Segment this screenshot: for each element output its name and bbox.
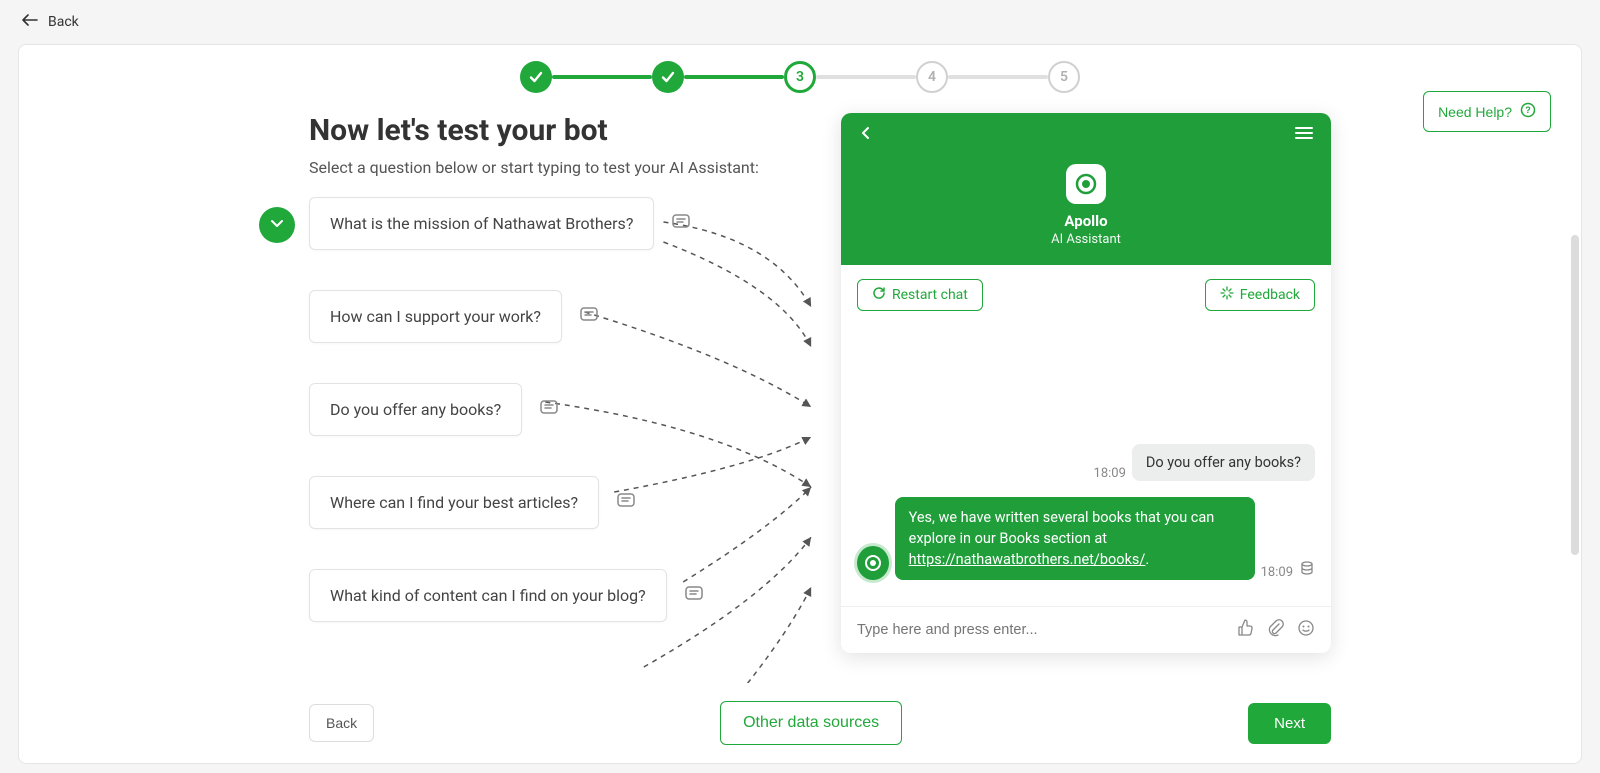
arrow-left-icon xyxy=(22,14,38,30)
step-3[interactable]: 3 xyxy=(784,61,816,93)
sparkle-icon xyxy=(1220,286,1234,304)
feedback-button[interactable]: Feedback xyxy=(1205,279,1315,311)
back-label: Back xyxy=(48,14,79,30)
question-card[interactable]: Do you offer any books? xyxy=(309,383,522,436)
thumbs-up-icon[interactable] xyxy=(1237,619,1255,641)
chat-panel: Apollo AI Assistant Restart chat Feedbac… xyxy=(841,113,1331,653)
step-line-1 xyxy=(552,75,652,79)
chat-back-icon[interactable] xyxy=(859,125,873,144)
chat-message-user: 18:09 Do you offer any books? xyxy=(857,444,1315,481)
chat-icon xyxy=(672,213,690,235)
step-2[interactable] xyxy=(652,61,684,93)
bot-text-before: Yes, we have written several books that … xyxy=(909,509,1215,547)
feedback-label: Feedback xyxy=(1240,287,1300,303)
database-icon[interactable] xyxy=(1299,560,1315,580)
question-card[interactable]: How can I support your work? xyxy=(309,290,562,343)
question-card[interactable]: What kind of content can I find on your … xyxy=(309,569,667,622)
back-link[interactable]: Back xyxy=(22,14,79,30)
page-subtitle: Select a question below or start typing … xyxy=(309,158,821,177)
restart-chat-button[interactable]: Restart chat xyxy=(857,279,983,311)
step-1[interactable] xyxy=(520,61,552,93)
scrollbar[interactable] xyxy=(1571,235,1579,555)
emoji-icon[interactable] xyxy=(1297,619,1315,641)
refresh-icon xyxy=(872,286,886,304)
chat-message-bot: Yes, we have written several books that … xyxy=(857,497,1315,580)
step-line-3 xyxy=(816,75,916,79)
next-button[interactable]: Next xyxy=(1248,703,1331,744)
chat-icon xyxy=(580,306,598,328)
step-line-4 xyxy=(948,75,1048,79)
chat-icon xyxy=(617,492,635,514)
chat-bot-name: Apollo xyxy=(841,212,1331,230)
step-line-2 xyxy=(684,75,784,79)
question-card[interactable]: What is the mission of Nathawat Brothers… xyxy=(309,197,654,250)
bot-link[interactable]: https://nathawatbrothers.net/books/ xyxy=(909,551,1146,568)
msg-time: 18:09 xyxy=(1094,466,1126,481)
stepper: 3 4 5 xyxy=(19,45,1581,93)
chat-input[interactable] xyxy=(857,622,1237,638)
main-card: 3 4 5 Need Help? ? Now let's test your b… xyxy=(18,44,1582,764)
page-title: Now let's test your bot xyxy=(309,113,821,148)
question-card[interactable]: Where can I find your best articles? xyxy=(309,476,599,529)
user-bubble: Do you offer any books? xyxy=(1132,444,1315,481)
step-4[interactable]: 4 xyxy=(916,61,948,93)
chat-icon xyxy=(685,585,703,607)
chat-icon xyxy=(540,399,558,421)
attachment-icon[interactable] xyxy=(1267,619,1285,641)
chevron-down-icon xyxy=(269,215,285,235)
footer-back-button[interactable]: Back xyxy=(309,704,374,742)
restart-chat-label: Restart chat xyxy=(892,287,968,303)
chat-logo xyxy=(1066,164,1106,204)
collapse-toggle[interactable] xyxy=(259,207,295,243)
step-5[interactable]: 5 xyxy=(1048,61,1080,93)
other-data-sources-button[interactable]: Other data sources xyxy=(720,701,902,745)
bot-text-after: . xyxy=(1145,551,1149,568)
msg-time: 18:09 xyxy=(1261,565,1293,580)
bot-avatar-icon xyxy=(857,546,889,580)
chat-bot-role: AI Assistant xyxy=(841,232,1331,247)
chat-menu-icon[interactable] xyxy=(1295,125,1313,144)
bot-bubble: Yes, we have written several books that … xyxy=(895,497,1255,580)
